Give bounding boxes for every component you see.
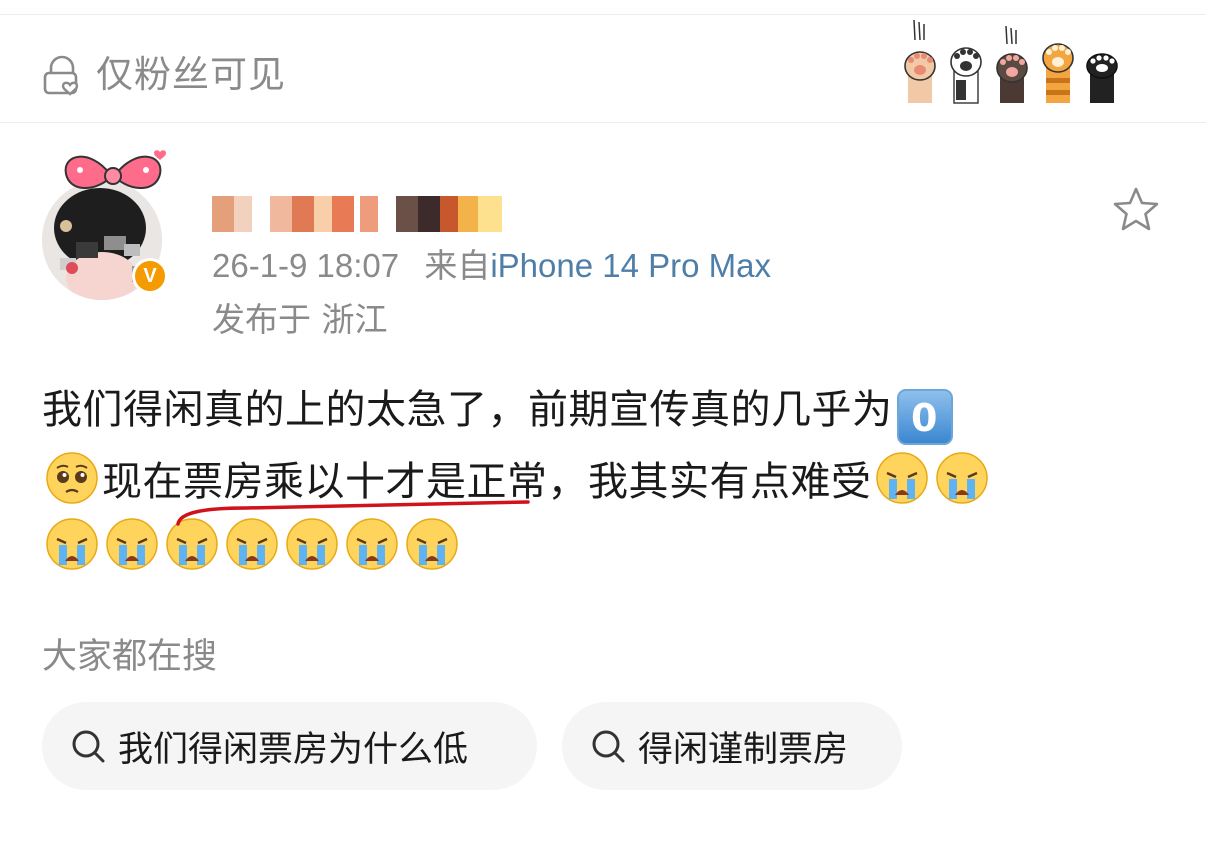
search-chip-label: 我们得闲票房为什么低 — [118, 729, 469, 770]
pleading-face-emoji-icon — [46, 452, 98, 504]
crying-face-emoji-icon — [935, 452, 988, 504]
post-text-1: 我们得闲真的上的太急了，前期宣传真的几乎为 — [42, 387, 893, 433]
post-timestamp: 26-1-9 18:07 — [212, 247, 400, 284]
star-outline-icon[interactable] — [1110, 184, 1162, 236]
username-obscured[interactable] — [212, 182, 512, 234]
crying-face-emoji-icon — [106, 518, 158, 570]
post-location: 发布于 浙江 — [212, 300, 388, 339]
search-chip-1[interactable]: 我们得闲票房为什么低 — [42, 702, 537, 790]
keycap-zero-icon: 0 — [896, 389, 953, 445]
post-body: 我们得闲真的上的太急了，前期宣传真的几乎为 0 现在票房乘以十才是正常，我其实有点… — [42, 374, 1172, 584]
search-icon — [592, 730, 625, 763]
pink-bow-icon — [64, 150, 166, 189]
post-meta: 26-1-9 18:07 来自iPhone 14 Pro Max — [212, 244, 771, 288]
post-device-link[interactable]: iPhone 14 Pro Max — [490, 247, 771, 284]
red-underline-annotation — [176, 500, 530, 526]
trending-search-title: 大家都在搜 — [42, 637, 218, 677]
cat-paws-decoration — [904, 19, 1118, 104]
crying-face-emoji-icon — [46, 518, 98, 570]
verified-v-badge-icon: V — [132, 258, 168, 294]
search-chip-2[interactable]: 得闲谨制票房 — [562, 702, 902, 790]
crying-face-emoji-icon — [875, 452, 928, 504]
visibility-label: 仅粉丝可见 — [96, 53, 286, 96]
post-text-line-1: 我们得闲真的上的太急了，前期宣传真的几乎为 0 — [42, 374, 1172, 446]
search-icon — [72, 730, 105, 763]
user-avatar[interactable]: V — [40, 140, 190, 300]
post-source-prefix: 来自 — [424, 247, 491, 284]
search-chip-label: 得闲谨制票房 — [638, 729, 849, 770]
lock-heart-icon — [43, 55, 79, 96]
